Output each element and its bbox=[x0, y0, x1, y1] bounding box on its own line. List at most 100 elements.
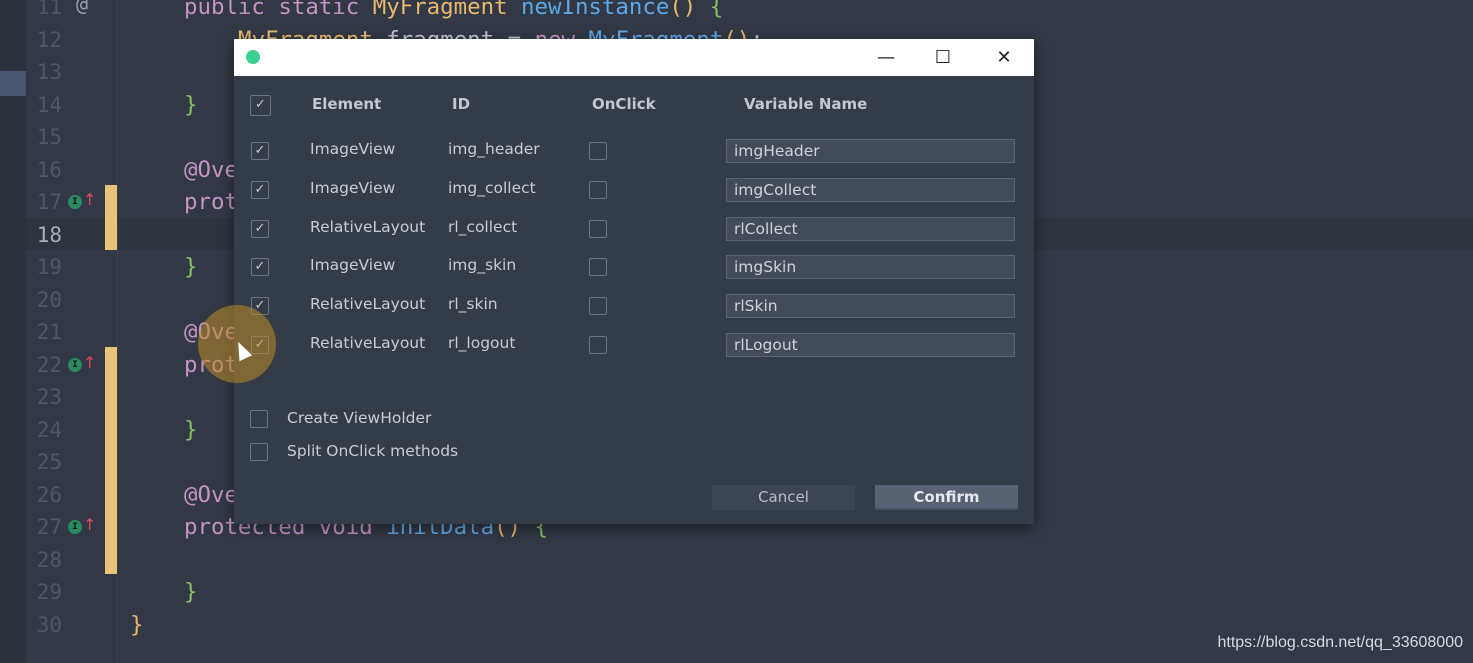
variable-name-input[interactable]: rlLogout bbox=[726, 333, 1015, 357]
element-type: RelativeLayout bbox=[310, 334, 426, 352]
element-type: RelativeLayout bbox=[310, 295, 426, 314]
code-line: prot bbox=[184, 186, 238, 218]
select-all-checkbox[interactable]: ✓ bbox=[250, 95, 271, 116]
element-id: img_skin bbox=[448, 256, 517, 275]
code-token: } bbox=[184, 579, 198, 605]
onclick-checkbox[interactable] bbox=[589, 297, 607, 316]
code-line: } bbox=[184, 251, 197, 283]
line-number: 13 bbox=[36, 60, 62, 84]
code-token: { bbox=[709, 0, 724, 20]
maximize-button[interactable]: ☐ bbox=[920, 39, 966, 76]
header-id: ID bbox=[452, 95, 471, 113]
element-type: ImageView bbox=[310, 140, 396, 158]
code-line: } bbox=[130, 609, 143, 641]
change-marker bbox=[105, 185, 117, 250]
code-line: @Ove bbox=[184, 154, 238, 186]
onclick-checkbox[interactable] bbox=[589, 180, 607, 199]
annotation-marker: @ bbox=[76, 0, 89, 16]
code-token: } bbox=[184, 91, 198, 118]
code-token: } bbox=[130, 611, 144, 638]
line-number: 22 bbox=[36, 352, 62, 377]
line-number: 20 bbox=[36, 287, 62, 312]
element-id: rl_logout bbox=[448, 334, 516, 352]
override-icon[interactable]: I bbox=[68, 520, 82, 534]
arrow-up-icon[interactable]: ↑ bbox=[83, 515, 96, 534]
minimize-button[interactable]: — bbox=[863, 39, 909, 76]
fold-guide bbox=[117, 0, 118, 663]
code-token: @Ove bbox=[184, 481, 238, 508]
code-token: newInstance bbox=[521, 0, 670, 20]
line-number: 26 bbox=[36, 482, 62, 507]
row-checkbox[interactable]: ✓ bbox=[251, 180, 269, 199]
confirm-button[interactable]: Confirm bbox=[875, 485, 1018, 510]
watermark: https://blog.csdn.net/qq_33608000 bbox=[1217, 634, 1463, 651]
line-number: 25 bbox=[36, 450, 62, 474]
line-number: 17 bbox=[36, 190, 62, 214]
onclick-checkbox[interactable] bbox=[589, 258, 607, 277]
onclick-checkbox[interactable] bbox=[589, 142, 607, 160]
override-icon[interactable]: I bbox=[68, 357, 82, 372]
variable-name-input[interactable]: rlSkin bbox=[726, 294, 1015, 319]
code-line: } bbox=[184, 89, 197, 121]
code-token: prot bbox=[184, 189, 238, 215]
change-marker bbox=[105, 347, 117, 574]
line-number: 15 bbox=[36, 125, 62, 149]
arrow-up-icon[interactable]: ↑ bbox=[83, 353, 96, 372]
title-bar: — ☐ ✕ bbox=[234, 39, 1034, 76]
code-line: public static MyFragment newInstance() { bbox=[184, 0, 723, 23]
line-number: 23 bbox=[36, 385, 62, 409]
row-checkbox[interactable]: ✓ bbox=[251, 219, 269, 238]
element-id: rl_collect bbox=[448, 217, 518, 236]
variable-name-input[interactable]: imgSkin bbox=[726, 255, 1015, 280]
app-icon bbox=[246, 50, 260, 64]
row-checkbox[interactable]: ✓ bbox=[251, 142, 269, 160]
line-number: 27 bbox=[36, 515, 62, 539]
header-element: Element bbox=[312, 95, 382, 113]
element-type: ImageView bbox=[310, 178, 396, 197]
editor-left-strip bbox=[0, 0, 26, 663]
code-token: @Ove bbox=[184, 156, 238, 183]
option-checkbox[interactable] bbox=[250, 443, 268, 461]
line-number: 29 bbox=[36, 580, 62, 604]
row-checkbox[interactable]: ✓ bbox=[251, 258, 269, 277]
option-label[interactable]: Create ViewHolder bbox=[287, 409, 431, 427]
code-line: } bbox=[184, 414, 197, 446]
onclick-checkbox[interactable] bbox=[589, 336, 607, 354]
element-type: ImageView bbox=[310, 256, 396, 275]
line-number: 21 bbox=[36, 320, 62, 344]
variable-name-input[interactable]: imgHeader bbox=[726, 139, 1015, 163]
code-token: public static bbox=[184, 0, 373, 20]
option-label[interactable]: Split OnClick methods bbox=[287, 442, 458, 460]
code-token: } bbox=[184, 416, 198, 443]
line-number: 12 bbox=[36, 27, 62, 52]
onclick-checkbox[interactable] bbox=[589, 219, 607, 238]
arrow-up-icon[interactable]: ↑ bbox=[83, 190, 96, 209]
code-line: } bbox=[184, 576, 197, 608]
find-view-dialog: — ☐ ✕ ✓ Element ID OnClick Variable Name… bbox=[234, 39, 1034, 524]
line-number: 24 bbox=[36, 417, 62, 442]
line-number: 14 bbox=[36, 92, 62, 117]
option-checkbox[interactable] bbox=[250, 410, 268, 428]
element-id: img_header bbox=[448, 140, 540, 158]
element-type: RelativeLayout bbox=[310, 217, 426, 236]
line-number: 16 bbox=[36, 157, 62, 182]
code-line: @Ove bbox=[184, 479, 238, 511]
code-token: MyFragment bbox=[372, 0, 522, 20]
line-number: 30 bbox=[36, 612, 62, 637]
line-number: 11 bbox=[36, 0, 62, 19]
override-icon[interactable]: I bbox=[68, 195, 82, 209]
line-number: 28 bbox=[36, 547, 62, 572]
close-button[interactable]: ✕ bbox=[981, 39, 1027, 76]
scroll-marker bbox=[0, 71, 26, 96]
element-id: rl_skin bbox=[448, 295, 498, 314]
variable-name-input[interactable]: imgCollect bbox=[726, 177, 1015, 202]
line-number: 19 bbox=[36, 255, 62, 279]
header-onclick: OnClick bbox=[592, 95, 656, 113]
code-token: } bbox=[184, 254, 198, 280]
variable-name-input[interactable]: rlCollect bbox=[726, 216, 1015, 241]
code-token: () bbox=[669, 0, 710, 20]
header-variable-name: Variable Name bbox=[744, 95, 868, 113]
line-number: 18 bbox=[36, 222, 62, 247]
cancel-button[interactable]: Cancel bbox=[712, 485, 855, 510]
element-id: img_collect bbox=[448, 178, 536, 197]
